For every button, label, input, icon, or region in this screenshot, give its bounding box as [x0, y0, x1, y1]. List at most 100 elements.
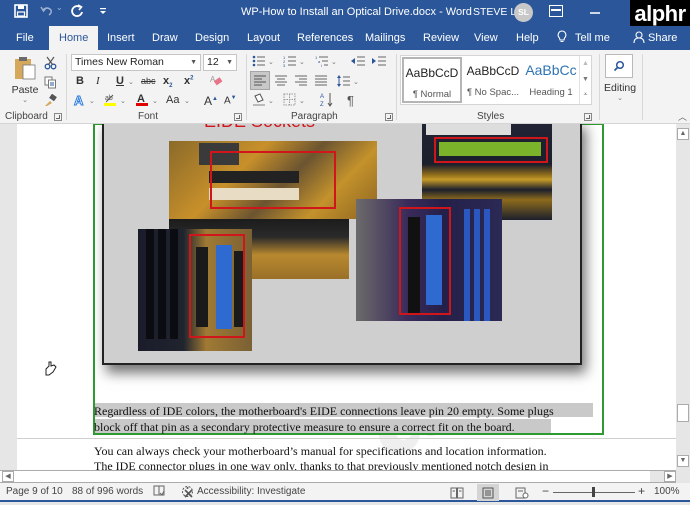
scroll-down-icon[interactable]: ▼ [580, 72, 591, 88]
avatar[interactable]: SL [514, 3, 533, 22]
tab-references[interactable]: References [297, 26, 353, 50]
shrink-font-button[interactable]: A▼ [224, 95, 237, 106]
styles-launcher-icon[interactable] [584, 113, 592, 121]
editing-button[interactable]: Editing ⌄ [604, 82, 636, 102]
font-size-dropdown[interactable]: 12 ▼ [203, 54, 237, 71]
scroll-right-icon[interactable]: ▶ [664, 471, 676, 482]
tab-draw[interactable]: Draw [152, 26, 178, 50]
text-effects-dropdown-icon[interactable]: ⌄ [89, 97, 95, 105]
scroll-thumb[interactable] [677, 404, 689, 422]
paragraph-launcher-icon[interactable] [385, 113, 393, 121]
read-mode-button[interactable] [446, 484, 468, 501]
undo-icon[interactable] [40, 4, 54, 21]
align-center-button[interactable] [274, 75, 288, 90]
increase-indent-icon[interactable] [372, 55, 386, 70]
customize-toolbar-icon[interactable] [99, 6, 107, 18]
italic-button[interactable]: I [96, 75, 100, 87]
style-no-spacing[interactable]: AaBbCcD ¶ No Spac... [463, 57, 523, 103]
scroll-down-icon[interactable]: ▼ [677, 455, 689, 467]
multilevel-list-button[interactable]: 1 a i ⌄ [315, 55, 337, 70]
tab-file[interactable]: File [16, 26, 34, 50]
align-left-button[interactable] [250, 71, 270, 90]
proofing-icon[interactable] [153, 485, 165, 500]
font-color-dropdown-icon[interactable]: ⌄ [152, 97, 158, 105]
zoom-in-button[interactable]: + [638, 484, 645, 498]
style-normal[interactable]: AaBbCcD ¶ Normal [402, 57, 462, 103]
tab-help[interactable]: Help [516, 26, 539, 50]
superscript-button[interactable]: x2 [184, 75, 193, 87]
highlight-color-button[interactable]: ab [103, 92, 117, 110]
underline-button[interactable]: U [116, 75, 124, 87]
scroll-up-icon[interactable]: ▲ [580, 56, 591, 72]
justify-button[interactable] [314, 75, 328, 90]
bullets-button[interactable]: ⌄ [252, 55, 274, 70]
vertical-scrollbar[interactable]: ▲ ▼ [676, 124, 690, 470]
align-right-button[interactable] [294, 75, 308, 90]
strikethrough-button[interactable]: abc [141, 76, 156, 86]
tab-review[interactable]: Review [423, 26, 459, 50]
copy-icon[interactable] [44, 76, 57, 92]
horizontal-scrollbar[interactable]: ◀ ▶ [0, 470, 676, 483]
borders-button[interactable]: ⌄ [283, 93, 307, 110]
zoom-slider-thumb[interactable] [592, 487, 595, 497]
image-text-box[interactable]: EIDE Sockets [93, 124, 604, 435]
change-case-button[interactable]: Aa [166, 94, 179, 106]
collapse-ribbon-icon[interactable]: ︿ [678, 110, 687, 123]
ribbon-display-options-icon[interactable] [549, 5, 563, 17]
scroll-left-icon[interactable]: ◀ [2, 471, 14, 482]
caption-line[interactable]: Regardless of IDE colors, the motherboar… [94, 404, 554, 419]
zoom-level[interactable]: 100% [654, 486, 680, 497]
accessibility-icon[interactable] [181, 485, 194, 501]
style-heading-1[interactable]: AaBbCc Heading 1 [522, 57, 580, 103]
page-count[interactable]: Page 9 of 10 [6, 486, 63, 497]
clipboard-launcher-icon[interactable] [54, 113, 62, 121]
tell-me-button[interactable]: Tell me [557, 26, 610, 50]
scroll-up-icon[interactable]: ▲ [677, 128, 689, 140]
tab-mailings[interactable]: Mailings [365, 26, 405, 50]
paste-dropdown-icon[interactable]: ⌄ [8, 96, 42, 104]
change-case-dropdown-icon[interactable]: ⌄ [184, 97, 190, 105]
subscript-button[interactable]: x2 [163, 75, 172, 89]
share-button[interactable]: Share [633, 26, 677, 50]
clear-formatting-icon[interactable]: A [210, 74, 223, 90]
font-name-dropdown[interactable]: Times New Roman ▼ [71, 54, 201, 71]
bold-button[interactable]: B [76, 75, 84, 87]
tab-insert[interactable]: Insert [107, 26, 135, 50]
eide-sockets-image[interactable]: EIDE Sockets [102, 124, 582, 365]
format-painter-icon[interactable] [44, 93, 57, 110]
tab-view[interactable]: View [474, 26, 498, 50]
sort-button[interactable]: AZ [320, 92, 334, 110]
word-count[interactable]: 88 of 996 words [72, 486, 143, 497]
repeat-icon[interactable] [70, 4, 84, 21]
show-formatting-marks-button[interactable]: ¶ [347, 93, 354, 108]
highlight-dropdown-icon[interactable]: ⌄ [120, 97, 126, 105]
grow-font-button[interactable]: A▲ [204, 94, 218, 108]
body-paragraph-line[interactable]: The IDE connector plugs in one way only,… [94, 459, 548, 470]
caption-line[interactable]: block off that pin as a secondary protec… [94, 420, 515, 435]
document-area[interactable]: alphr alphr EIDE Sockets [0, 124, 676, 470]
print-layout-button[interactable] [477, 484, 499, 501]
minimize-icon[interactable] [590, 12, 600, 14]
styles-gallery-scroll[interactable]: ▲ ▼ ⩡ [579, 56, 591, 104]
font-color-button[interactable]: A [135, 92, 149, 110]
text-effects-icon[interactable]: A [73, 93, 87, 110]
numbering-button[interactable]: 1 2 3 ⌄ [283, 55, 305, 70]
save-icon[interactable] [14, 4, 28, 21]
accessibility-status[interactable]: Accessibility: Investigate [197, 486, 305, 497]
underline-dropdown-icon[interactable]: ⌄ [128, 78, 134, 86]
user-name[interactable]: STEVE L [473, 6, 516, 18]
undo-dropdown-icon[interactable]: ⌄ [56, 3, 63, 12]
decrease-indent-icon[interactable] [351, 55, 365, 70]
shading-button[interactable]: ⌄ [252, 93, 276, 110]
more-styles-icon[interactable]: ⩡ [580, 88, 591, 104]
web-layout-button[interactable] [511, 484, 533, 501]
tab-layout[interactable]: Layout [247, 26, 280, 50]
line-spacing-button[interactable]: ⌄ [337, 74, 359, 91]
font-launcher-icon[interactable] [234, 113, 242, 121]
paste-button[interactable]: Paste ⌄ [8, 55, 42, 110]
body-paragraph-line[interactable]: You can always check your motherboard’s … [94, 444, 547, 459]
tab-home[interactable]: Home [49, 26, 99, 50]
zoom-out-button[interactable]: − [542, 484, 549, 498]
cut-icon[interactable] [44, 56, 57, 73]
tab-design[interactable]: Design [195, 26, 229, 50]
